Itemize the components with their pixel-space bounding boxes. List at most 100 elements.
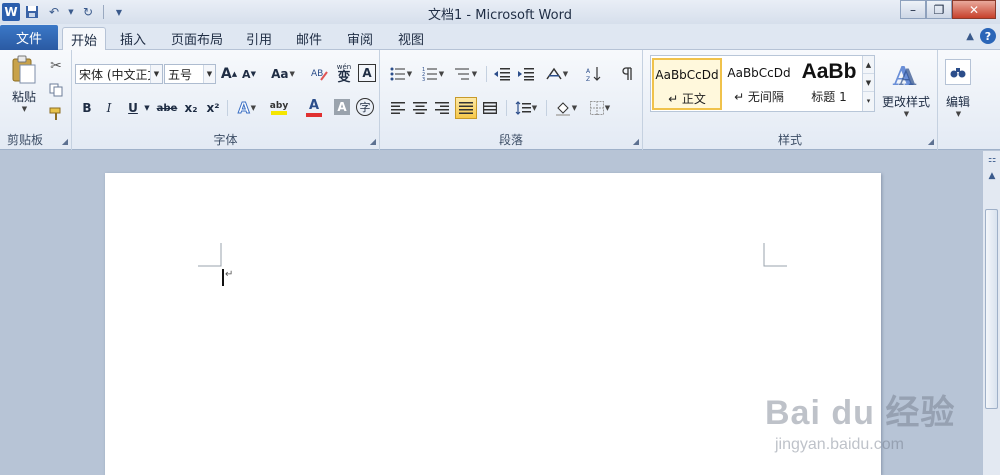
paragraph-separator-2 bbox=[506, 100, 507, 116]
style-sample: AaBbCcDd bbox=[727, 66, 791, 80]
character-shading-button[interactable]: A bbox=[334, 99, 350, 115]
paragraph-launcher-icon[interactable]: ◢ bbox=[633, 137, 639, 146]
character-border-label: A bbox=[362, 66, 372, 80]
scroll-up-icon[interactable]: ▲ bbox=[984, 169, 1000, 183]
font-color-bar bbox=[306, 113, 322, 117]
paste-label: 粘贴 bbox=[11, 90, 36, 104]
numbering-button[interactable]: 1 2 3 ▼ bbox=[420, 64, 446, 84]
multilevel-list-button[interactable]: ▼ bbox=[452, 64, 480, 84]
tab-insert[interactable]: 插入 bbox=[113, 27, 153, 50]
font-color-button[interactable]: A bbox=[300, 98, 328, 118]
paragraph-return-mark: ↵ bbox=[225, 269, 234, 280]
show-marks-button[interactable] bbox=[618, 64, 638, 84]
copy-button[interactable] bbox=[46, 80, 66, 100]
style-sample: AaBb bbox=[801, 60, 857, 83]
tab-page-layout[interactable]: 页面布局 bbox=[165, 27, 229, 50]
character-border-button[interactable]: A bbox=[358, 64, 376, 82]
underline-dropdown-icon[interactable]: ▼ bbox=[142, 98, 152, 118]
styles-launcher-icon[interactable]: ◢ bbox=[928, 137, 934, 146]
superscript-button[interactable]: x² bbox=[204, 98, 222, 118]
tab-home[interactable]: 开始 bbox=[62, 27, 106, 51]
change-styles-button[interactable]: A A 更改样式 ▼ bbox=[880, 54, 932, 122]
help-icon[interactable]: ? bbox=[980, 28, 996, 44]
tab-view[interactable]: 视图 bbox=[392, 27, 430, 50]
align-right-icon bbox=[435, 102, 449, 114]
justify-button[interactable] bbox=[455, 97, 477, 119]
editing-label: 编辑 bbox=[945, 94, 970, 109]
align-right-button[interactable] bbox=[432, 98, 452, 118]
distributed-button[interactable] bbox=[480, 98, 500, 118]
clear-format-button[interactable]: AB bbox=[310, 63, 330, 85]
tab-mailings[interactable]: 邮件 bbox=[290, 27, 328, 50]
bold-button[interactable]: B bbox=[78, 98, 96, 118]
line-spacing-icon bbox=[515, 101, 531, 115]
gallery-up-icon[interactable]: ▲ bbox=[863, 56, 874, 74]
gallery-more-icon[interactable]: ▾ bbox=[863, 92, 874, 110]
chinese-layout-button[interactable]: ▼ bbox=[544, 64, 570, 84]
margin-corner-top-right bbox=[763, 243, 787, 267]
subscript-button[interactable]: x₂ bbox=[182, 98, 200, 118]
styles-group: AaBbCcDd ↵ 正文 AaBbCcDd ↵ 无间隔 AaBb 标题 1 ▲… bbox=[643, 50, 938, 150]
decrease-indent-icon bbox=[494, 68, 510, 81]
gallery-down-icon[interactable]: ▼ bbox=[863, 74, 874, 92]
align-center-icon bbox=[413, 102, 427, 114]
tab-file[interactable]: 文件 bbox=[0, 25, 58, 50]
minimize-ribbon-icon[interactable]: ▲ bbox=[966, 31, 974, 42]
highlight-button[interactable]: aby bbox=[264, 98, 294, 118]
text-effects-icon: A bbox=[238, 99, 251, 118]
paragraph-separator bbox=[486, 66, 487, 82]
justify-icon bbox=[459, 102, 473, 114]
vertical-scrollbar[interactable]: ⚏ ▲ bbox=[982, 151, 1000, 475]
scrollbar-thumb[interactable] bbox=[985, 209, 998, 409]
underline-button[interactable]: U bbox=[124, 98, 142, 118]
cut-button[interactable]: ✂ bbox=[46, 56, 66, 76]
increase-indent-button[interactable] bbox=[516, 64, 536, 84]
phonetic-guide-button[interactable]: wén 变 bbox=[334, 62, 354, 86]
font-size-combo[interactable]: 五号 ▼ bbox=[164, 64, 216, 84]
format-painter-button[interactable] bbox=[46, 104, 66, 124]
strikethrough-button[interactable]: abe bbox=[156, 98, 178, 118]
maximize-button[interactable]: ❐ bbox=[926, 0, 952, 19]
ribbon: 粘贴 ▼ ✂ 剪贴板 ◢ 宋体 (中文正文 ▼ 五号 ▼ A ▲ A ▼ Aa ▼ A… bbox=[0, 50, 1000, 150]
ribbon-tabs: 文件 开始 插入 页面布局 引用 邮件 审阅 视图 ▲ ? bbox=[0, 24, 1000, 51]
align-center-button[interactable] bbox=[410, 98, 430, 118]
bullets-button[interactable]: ▼ bbox=[388, 64, 414, 84]
tab-references[interactable]: 引用 bbox=[240, 27, 278, 50]
font-name-dropdown-icon[interactable]: ▼ bbox=[150, 65, 162, 83]
paste-button[interactable]: 粘贴 ▼ bbox=[6, 54, 42, 114]
style-item-heading-1[interactable]: AaBb 标题 1 bbox=[796, 58, 862, 110]
shading-button[interactable]: ▼ bbox=[552, 98, 580, 118]
close-button[interactable]: ✕ bbox=[952, 0, 996, 19]
line-spacing-button[interactable]: ▼ bbox=[512, 98, 540, 118]
window-title: 文档1 - Microsoft Word bbox=[428, 8, 572, 23]
font-size-value: 五号 bbox=[168, 67, 193, 82]
clipboard-launcher-icon[interactable]: ◢ bbox=[62, 137, 68, 146]
grow-font-button[interactable]: A ▲ bbox=[220, 64, 238, 84]
style-item-no-spacing[interactable]: AaBbCcDd ↵ 无间隔 bbox=[724, 58, 794, 110]
editing-group: 编辑 ▼ bbox=[938, 50, 978, 150]
style-name: ↵ 无间隔 bbox=[734, 90, 784, 104]
font-launcher-icon[interactable]: ◢ bbox=[370, 137, 376, 146]
enclose-characters-button[interactable]: 字 bbox=[356, 98, 374, 116]
font-size-dropdown-icon[interactable]: ▼ bbox=[203, 65, 215, 83]
shrink-font-button[interactable]: A ▼ bbox=[240, 64, 258, 84]
style-sample: AaBbCcDd bbox=[655, 68, 719, 82]
minimize-button[interactable]: – bbox=[900, 0, 926, 19]
decrease-indent-button[interactable] bbox=[492, 64, 512, 84]
text-effects-button[interactable]: A ▼ bbox=[234, 98, 260, 118]
ruler-toggle-icon[interactable]: ⚏ bbox=[984, 153, 1000, 167]
editing-button[interactable]: 编辑 ▼ bbox=[941, 54, 975, 122]
distributed-icon bbox=[483, 102, 497, 114]
tab-review[interactable]: 审阅 bbox=[341, 27, 379, 50]
font-name-combo[interactable]: 宋体 (中文正文 ▼ bbox=[75, 64, 163, 84]
styles-group-label: 样式 bbox=[777, 133, 802, 147]
sort-button[interactable]: AZ bbox=[584, 64, 604, 84]
margin-corner-top-left bbox=[198, 243, 222, 267]
italic-button[interactable]: I bbox=[100, 98, 118, 118]
borders-button[interactable]: ▼ bbox=[586, 98, 614, 118]
style-item-normal[interactable]: AaBbCcDd ↵ 正文 bbox=[652, 58, 722, 110]
font-name-value: 宋体 (中文正文 bbox=[79, 67, 160, 82]
change-case-button[interactable]: Aa ▼ bbox=[270, 64, 296, 84]
styles-gallery: AaBbCcDd ↵ 正文 AaBbCcDd ↵ 无间隔 AaBb 标题 1 ▲… bbox=[650, 55, 875, 112]
align-left-button[interactable] bbox=[388, 98, 408, 118]
